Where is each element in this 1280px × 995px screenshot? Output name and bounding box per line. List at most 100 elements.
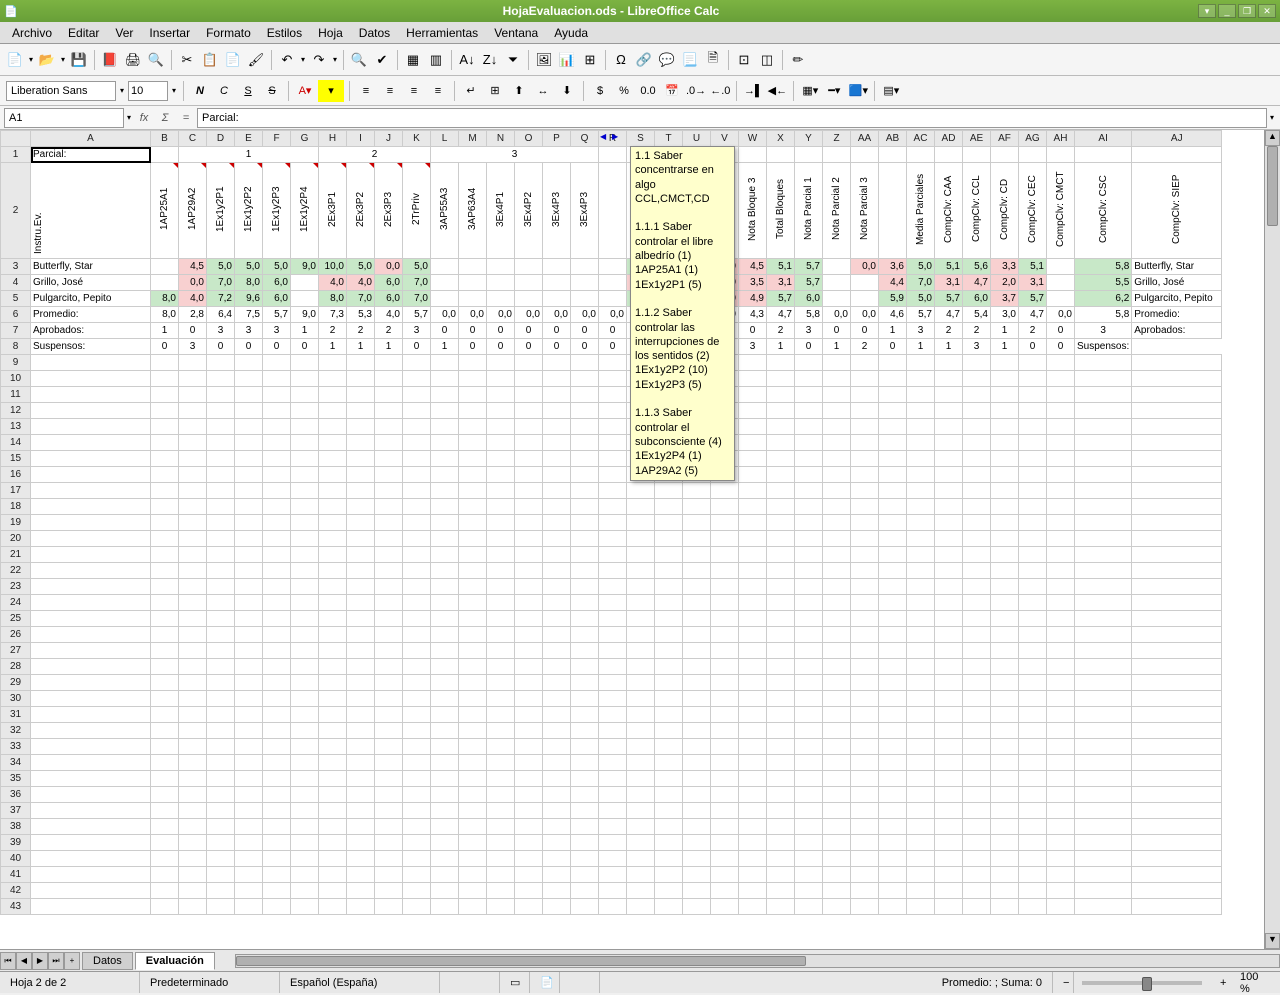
cell-AI5[interactable]: 6,2 <box>1075 291 1132 307</box>
cell-Q43[interactable] <box>571 899 599 915</box>
cell-AB12[interactable] <box>879 403 907 419</box>
cell-I27[interactable] <box>347 643 375 659</box>
cell-V33[interactable] <box>711 739 739 755</box>
cell-AC41[interactable] <box>907 867 935 883</box>
cell-AC13[interactable] <box>907 419 935 435</box>
cell-AE35[interactable] <box>963 771 991 787</box>
cell-F14[interactable] <box>263 435 291 451</box>
cell-AE3[interactable]: 5,6 <box>963 259 991 275</box>
cell-W34[interactable] <box>739 755 767 771</box>
cell-E42[interactable] <box>235 883 263 899</box>
cell-Y37[interactable] <box>795 803 823 819</box>
menu-estilos[interactable]: Estilos <box>259 24 310 42</box>
cell-P29[interactable] <box>543 675 571 691</box>
cell-AA23[interactable] <box>851 579 879 595</box>
cell-T41[interactable] <box>655 867 683 883</box>
special-char-button[interactable]: Ω <box>610 49 632 71</box>
cell-H24[interactable] <box>319 595 347 611</box>
row-header-24[interactable]: 24 <box>1 595 31 611</box>
cell-I3[interactable]: 5,0 <box>347 259 375 275</box>
row-22[interactable]: 22 <box>1 563 1222 579</box>
cell-I17[interactable] <box>347 483 375 499</box>
cell-Z33[interactable] <box>823 739 851 755</box>
cell-V25[interactable] <box>711 611 739 627</box>
cell-Y20[interactable] <box>795 531 823 547</box>
cell-C7[interactable]: 0 <box>179 323 207 339</box>
cell-K21[interactable] <box>403 547 431 563</box>
cell-M30[interactable] <box>459 691 487 707</box>
cell-B34[interactable] <box>151 755 179 771</box>
cell-Q22[interactable] <box>571 563 599 579</box>
cell-AD37[interactable] <box>935 803 963 819</box>
cell-N41[interactable] <box>487 867 515 883</box>
cell-AA10[interactable] <box>851 371 879 387</box>
cell-P19[interactable] <box>543 515 571 531</box>
cell-D23[interactable] <box>207 579 235 595</box>
cell-AI32[interactable] <box>1075 723 1132 739</box>
cell-AC9[interactable] <box>907 355 935 371</box>
cell-X36[interactable] <box>767 787 795 803</box>
cell-AA11[interactable] <box>851 387 879 403</box>
cell-G9[interactable] <box>291 355 319 371</box>
cell-header-AD[interactable]: CompClv: CAA <box>935 163 963 259</box>
cell-L16[interactable] <box>431 467 459 483</box>
cell-S19[interactable] <box>627 515 655 531</box>
cell-C17[interactable] <box>179 483 207 499</box>
cell-AC5[interactable]: 5,0 <box>907 291 935 307</box>
cell-AA35[interactable] <box>851 771 879 787</box>
cell-AA27[interactable] <box>851 643 879 659</box>
cell-AB43[interactable] <box>879 899 907 915</box>
cell-R33[interactable] <box>599 739 627 755</box>
cell-T22[interactable] <box>655 563 683 579</box>
col-header-Z[interactable]: Z <box>823 131 851 147</box>
cell-AG15[interactable] <box>1019 451 1047 467</box>
cell-H38[interactable] <box>319 819 347 835</box>
menu-ayuda[interactable]: Ayuda <box>546 24 596 42</box>
cell-X29[interactable] <box>767 675 795 691</box>
row-button[interactable]: ▦ <box>402 49 424 71</box>
cell-W43[interactable] <box>739 899 767 915</box>
row-43[interactable]: 43 <box>1 899 1222 915</box>
cell-W12[interactable] <box>739 403 767 419</box>
cell[interactable] <box>599 147 627 163</box>
cell-AG34[interactable] <box>1019 755 1047 771</box>
cell-I9[interactable] <box>347 355 375 371</box>
cell-L21[interactable] <box>431 547 459 563</box>
formula-input[interactable] <box>197 108 1267 128</box>
cell-AJ34[interactable] <box>1132 755 1222 771</box>
cell-K36[interactable] <box>403 787 431 803</box>
cell-N16[interactable] <box>487 467 515 483</box>
cell-AH31[interactable] <box>1047 707 1075 723</box>
cell-A3[interactable]: Butterfly, Star <box>31 259 151 275</box>
cell-R12[interactable] <box>599 403 627 419</box>
cell-Z28[interactable] <box>823 659 851 675</box>
cell-AH33[interactable] <box>1047 739 1075 755</box>
row-header-33[interactable]: 33 <box>1 739 31 755</box>
cell-AG40[interactable] <box>1019 851 1047 867</box>
cell-B5[interactable]: 8,0 <box>151 291 179 307</box>
cell[interactable] <box>767 147 795 163</box>
cell-U37[interactable] <box>683 803 711 819</box>
cell-B32[interactable] <box>151 723 179 739</box>
cell-AF18[interactable] <box>991 499 1019 515</box>
cell-AH43[interactable] <box>1047 899 1075 915</box>
cell-AD11[interactable] <box>935 387 963 403</box>
cell-U19[interactable] <box>683 515 711 531</box>
cell-header-E[interactable]: 1Ex1y2P2 <box>235 163 263 259</box>
cell-J9[interactable] <box>375 355 403 371</box>
cell-N23[interactable] <box>487 579 515 595</box>
cell-R18[interactable] <box>599 499 627 515</box>
cell-O43[interactable] <box>515 899 543 915</box>
cell-AJ15[interactable] <box>1132 451 1222 467</box>
cell-AF23[interactable] <box>991 579 1019 595</box>
cell-AA22[interactable] <box>851 563 879 579</box>
col-header-F[interactable]: F <box>263 131 291 147</box>
cell-AB11[interactable] <box>879 387 907 403</box>
cell-K23[interactable] <box>403 579 431 595</box>
col-header-G[interactable]: G <box>291 131 319 147</box>
cell-AE6[interactable]: 5,4 <box>963 307 991 323</box>
cell-header-P[interactable]: 3Ex4P3 <box>543 163 571 259</box>
cell-O36[interactable] <box>515 787 543 803</box>
cell-V24[interactable] <box>711 595 739 611</box>
add-decimal-button[interactable]: .0→ <box>685 80 707 102</box>
